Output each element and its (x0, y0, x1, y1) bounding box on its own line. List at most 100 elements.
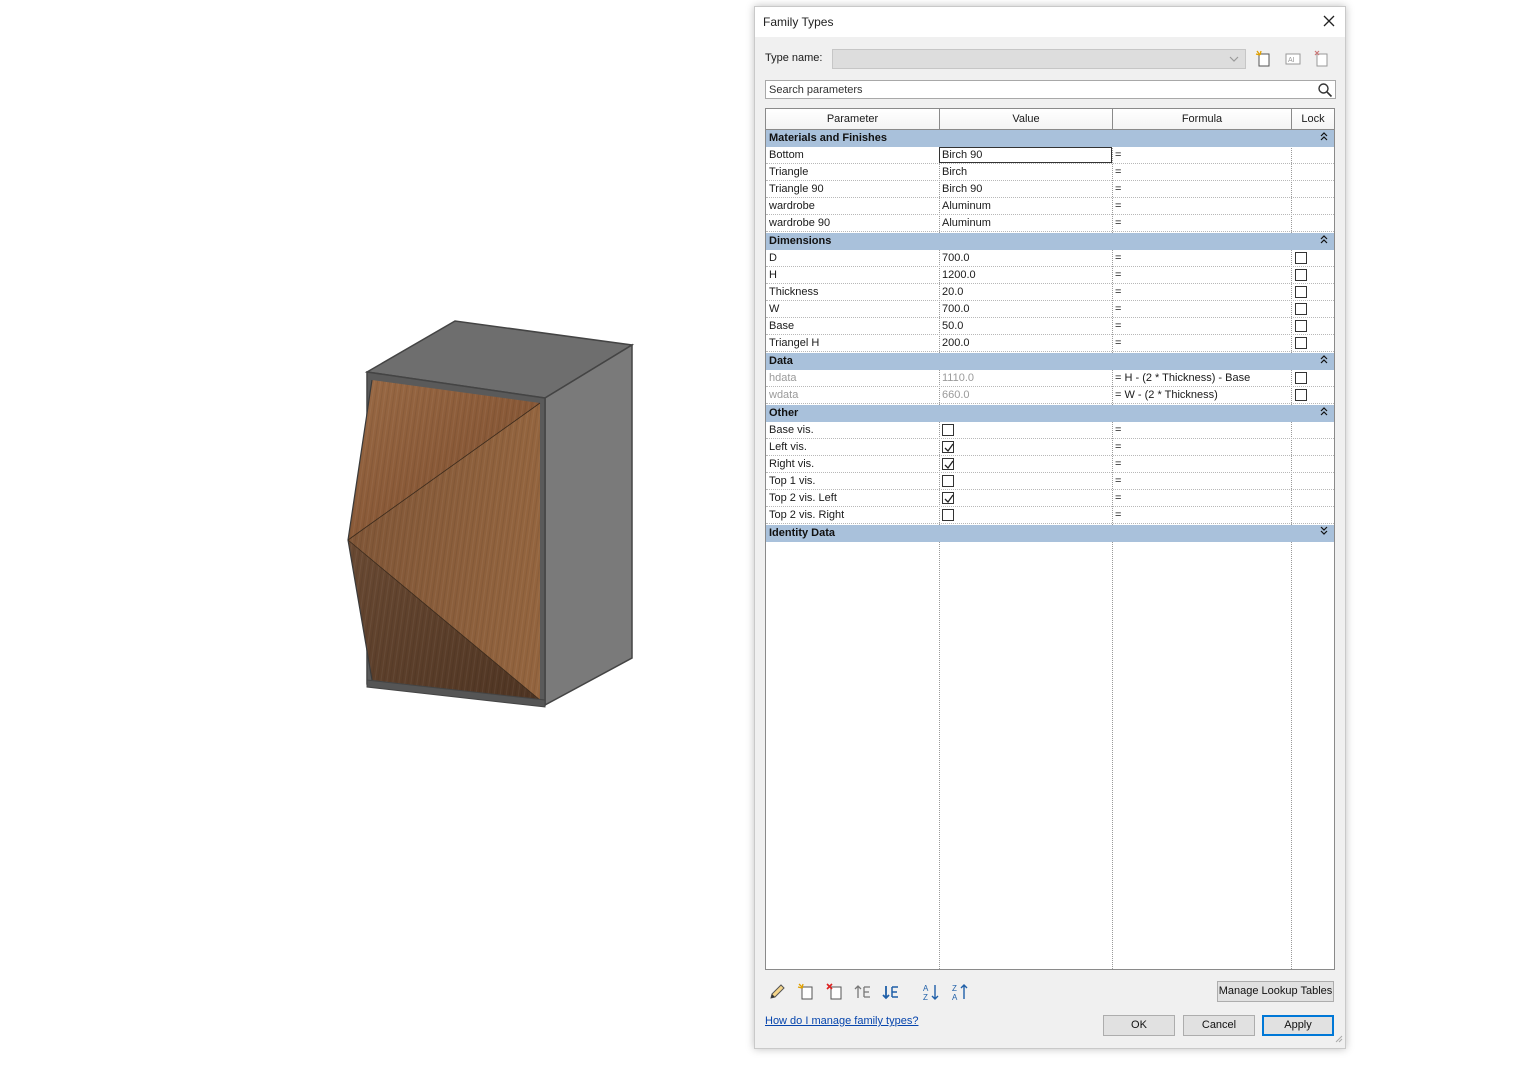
parameter-value[interactable]: 20.0 (939, 284, 1112, 300)
value-checkbox-cell[interactable] (939, 456, 1112, 472)
move-up-icon[interactable] (853, 982, 873, 1002)
checked-checkbox[interactable] (942, 458, 954, 470)
parameter-formula[interactable]: = (1112, 250, 1291, 266)
parameter-formula[interactable]: = (1112, 147, 1291, 163)
value-checkbox-cell[interactable] (939, 490, 1112, 506)
parameter-row[interactable]: Thickness 20.0 = (766, 284, 1334, 301)
parameter-row[interactable]: wardrobe 90 Aluminum = (766, 215, 1334, 232)
search-icon[interactable] (1317, 82, 1333, 98)
resize-grip-icon[interactable] (1333, 1033, 1343, 1046)
parameter-value[interactable]: 700.0 (939, 301, 1112, 317)
lock-cell[interactable] (1291, 370, 1334, 386)
column-header-parameter[interactable]: Parameter (766, 109, 940, 129)
parameter-row[interactable]: Triangle 90 Birch 90 = (766, 181, 1334, 198)
parameter-row[interactable]: H 1200.0 = (766, 267, 1334, 284)
close-icon[interactable] (1321, 13, 1337, 29)
collapse-icon[interactable] (1320, 405, 1328, 423)
parameter-formula[interactable]: = (1112, 507, 1291, 523)
parameter-row[interactable]: hdata 1110.0 = H - (2 * Thickness) - Base (766, 370, 1334, 387)
lock-cell[interactable] (1291, 318, 1334, 334)
manage-lookup-tables-button[interactable]: Manage Lookup Tables (1217, 981, 1334, 1002)
parameter-row[interactable]: Left vis. = (766, 439, 1334, 456)
lock-checkbox[interactable] (1295, 286, 1307, 298)
parameter-value[interactable]: Birch (939, 164, 1112, 180)
parameter-row[interactable]: D 700.0 = (766, 250, 1334, 267)
parameter-formula[interactable]: = H - (2 * Thickness) - Base (1112, 370, 1291, 386)
lock-cell[interactable] (1291, 387, 1334, 403)
parameter-formula[interactable]: = (1112, 439, 1291, 455)
parameter-row[interactable]: Right vis. = (766, 456, 1334, 473)
parameter-formula[interactable]: = (1112, 215, 1291, 231)
parameter-row[interactable]: Triangle Birch = (766, 164, 1334, 181)
column-header-formula[interactable]: Formula (1113, 109, 1292, 129)
lock-checkbox[interactable] (1295, 303, 1307, 315)
parameter-formula[interactable]: = (1112, 164, 1291, 180)
parameter-row[interactable]: Base 50.0 = (766, 318, 1334, 335)
parameter-formula[interactable]: = W - (2 * Thickness) (1112, 387, 1291, 403)
edit-parameter-icon[interactable] (767, 982, 787, 1002)
group-header[interactable]: Other (766, 405, 1334, 422)
delete-parameter-icon[interactable] (825, 982, 845, 1002)
parameter-value[interactable]: Aluminum (939, 215, 1112, 231)
help-link[interactable]: How do I manage family types? (765, 1015, 918, 1027)
unchecked-checkbox[interactable] (942, 475, 954, 487)
parameter-formula[interactable]: = (1112, 267, 1291, 283)
sort-descending-icon[interactable]: ZA (951, 982, 971, 1002)
parameter-row[interactable]: wdata 660.0 = W - (2 * Thickness) (766, 387, 1334, 404)
lock-cell[interactable] (1291, 284, 1334, 300)
checked-checkbox[interactable] (942, 492, 954, 504)
lock-checkbox[interactable] (1295, 320, 1307, 332)
lock-cell[interactable] (1291, 250, 1334, 266)
parameter-row[interactable]: Top 2 vis. Right = (766, 507, 1334, 524)
parameter-formula[interactable]: = (1112, 318, 1291, 334)
unchecked-checkbox[interactable] (942, 424, 954, 436)
parameter-value[interactable]: 1110.0 (939, 370, 1112, 386)
group-header[interactable]: Identity Data (766, 525, 1334, 542)
group-header[interactable]: Data (766, 353, 1334, 370)
value-checkbox-cell[interactable] (939, 507, 1112, 523)
type-name-dropdown[interactable] (832, 49, 1246, 69)
lock-checkbox[interactable] (1295, 389, 1307, 401)
parameter-formula[interactable]: = (1112, 490, 1291, 506)
value-checkbox-cell[interactable] (939, 439, 1112, 455)
search-input[interactable] (766, 81, 1311, 98)
model-preview[interactable] (0, 0, 750, 1080)
parameter-value[interactable]: 1200.0 (939, 267, 1112, 283)
parameter-row[interactable]: Bottom Birch 90 = (766, 147, 1334, 164)
parameter-value[interactable]: Aluminum (939, 198, 1112, 214)
delete-type-icon[interactable] (1313, 50, 1331, 68)
expand-icon[interactable] (1320, 525, 1328, 543)
group-header[interactable]: Dimensions (766, 233, 1334, 250)
lock-checkbox[interactable] (1295, 337, 1307, 349)
parameter-row[interactable]: wardrobe Aluminum = (766, 198, 1334, 215)
parameter-row[interactable]: Triangel H 200.0 = (766, 335, 1334, 352)
column-header-value[interactable]: Value (940, 109, 1113, 129)
collapse-icon[interactable] (1320, 130, 1328, 148)
lock-checkbox[interactable] (1295, 269, 1307, 281)
parameter-formula[interactable]: = (1112, 456, 1291, 472)
collapse-icon[interactable] (1320, 233, 1328, 251)
parameter-formula[interactable]: = (1112, 422, 1291, 438)
ok-button[interactable]: OK (1103, 1015, 1175, 1036)
value-checkbox-cell[interactable] (939, 422, 1112, 438)
checked-checkbox[interactable] (942, 441, 954, 453)
title-bar[interactable]: Family Types (755, 7, 1345, 37)
parameter-formula[interactable]: = (1112, 181, 1291, 197)
parameter-row[interactable]: W 700.0 = (766, 301, 1334, 318)
parameter-row[interactable]: Top 1 vis. = (766, 473, 1334, 490)
apply-button[interactable]: Apply (1262, 1015, 1334, 1036)
cancel-button[interactable]: Cancel (1183, 1015, 1255, 1036)
parameter-value[interactable]: 50.0 (939, 318, 1112, 334)
lock-cell[interactable] (1291, 267, 1334, 283)
collapse-icon[interactable] (1320, 353, 1328, 371)
rename-type-icon[interactable]: AI (1284, 50, 1302, 68)
parameter-formula[interactable]: = (1112, 301, 1291, 317)
lock-cell[interactable] (1291, 301, 1334, 317)
unchecked-checkbox[interactable] (942, 509, 954, 521)
new-parameter-icon[interactable] (796, 982, 816, 1002)
parameter-formula[interactable]: = (1112, 335, 1291, 351)
group-header[interactable]: Materials and Finishes (766, 130, 1334, 147)
parameter-value[interactable]: 660.0 (939, 387, 1112, 403)
parameter-value[interactable]: 700.0 (939, 250, 1112, 266)
parameter-formula[interactable]: = (1112, 198, 1291, 214)
